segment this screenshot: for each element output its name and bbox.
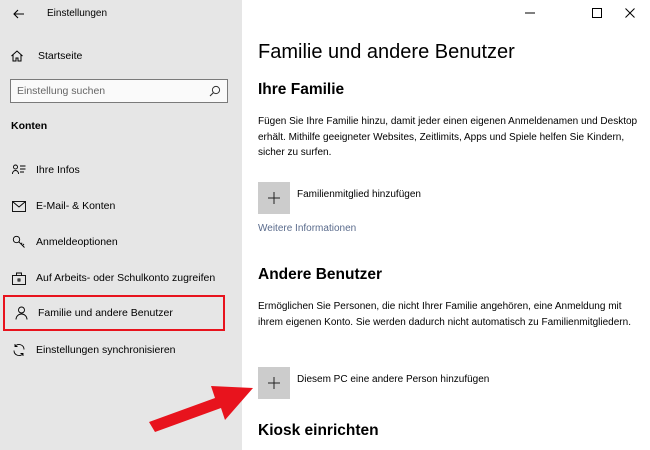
sidebar-item-familie[interactable]: Familie und andere Benutzer (3, 295, 225, 331)
key-icon (11, 234, 27, 250)
page-title: Familie und andere Benutzer (258, 41, 515, 63)
search-input[interactable] (11, 85, 201, 97)
minimize-button[interactable] (510, 2, 550, 24)
add-family-member-button[interactable]: Familienmitglied hinzufügen (258, 182, 421, 214)
maximize-icon (592, 8, 602, 18)
other-users-description: Ermöglichen Sie Personen, die nicht Ihre… (258, 301, 631, 328)
main-content: Familie und andere Benutzer Ihre Familie… (242, 0, 650, 450)
sidebar-item-anmeldeoptionen[interactable]: Anmeldeoptionen (3, 224, 225, 260)
other-users-heading: Andere Benutzer (258, 266, 383, 283)
search-box[interactable] (10, 79, 228, 103)
family-description: Fügen Sie Ihre Familie hinzu, damit jede… (258, 116, 638, 158)
search-icon[interactable] (209, 85, 221, 97)
mail-icon (11, 198, 27, 214)
close-button[interactable] (610, 2, 650, 24)
plus-tile[interactable] (258, 367, 290, 399)
sidebar-item-arbeitskonto[interactable]: Auf Arbeits- oder Schulkonto zugreifen (3, 260, 225, 296)
sidebar-item-label: Anmeldeoptionen (36, 236, 118, 248)
add-other-person-button[interactable]: Diesem PC eine andere Person hinzufügen (258, 367, 489, 399)
plus-icon (268, 377, 280, 389)
back-arrow-icon (13, 9, 24, 19)
home-icon (11, 50, 23, 62)
person-icon (13, 305, 29, 321)
titlebar-left: Einstellungen (0, 0, 242, 28)
sidebar-item-email[interactable]: E-Mail- & Konten (3, 188, 225, 224)
sidebar-item-label: Familie und andere Benutzer (38, 307, 173, 319)
back-button[interactable] (8, 4, 30, 24)
add-other-person-label: Diesem PC eine andere Person hinzufügen (297, 373, 490, 385)
family-heading: Ihre Familie (258, 81, 345, 98)
plus-icon (268, 192, 280, 204)
sidebar-item-label: Einstellungen synchronisieren (36, 344, 176, 356)
close-icon (625, 8, 635, 18)
more-info-link[interactable]: Weitere Informationen (258, 223, 356, 234)
sidebar-item-label: Ihre Infos (36, 164, 80, 176)
person-card-icon (11, 162, 27, 178)
sidebar-home-label: Startseite (38, 50, 83, 62)
sidebar-item-label: Auf Arbeits- oder Schulkonto zugreifen (36, 272, 216, 284)
sync-icon (11, 342, 27, 358)
briefcase-icon (11, 270, 27, 286)
add-family-member-label: Familienmitglied hinzufügen (297, 188, 421, 200)
sidebar: Einstellungen Startseite Konten Ihre Inf… (0, 0, 242, 450)
sidebar-item-sync[interactable]: Einstellungen synchronisieren (3, 332, 225, 368)
sidebar-item-ihre-infos[interactable]: Ihre Infos (3, 152, 225, 188)
sidebar-item-label: E-Mail- & Konten (36, 200, 116, 212)
app-title: Einstellungen (47, 8, 108, 19)
kiosk-heading[interactable]: Kiosk einrichten (258, 422, 379, 440)
minimize-icon (525, 12, 535, 14)
section-heading: Konten (11, 120, 48, 132)
sidebar-home[interactable]: Startseite (10, 45, 82, 67)
plus-tile[interactable] (258, 182, 290, 214)
